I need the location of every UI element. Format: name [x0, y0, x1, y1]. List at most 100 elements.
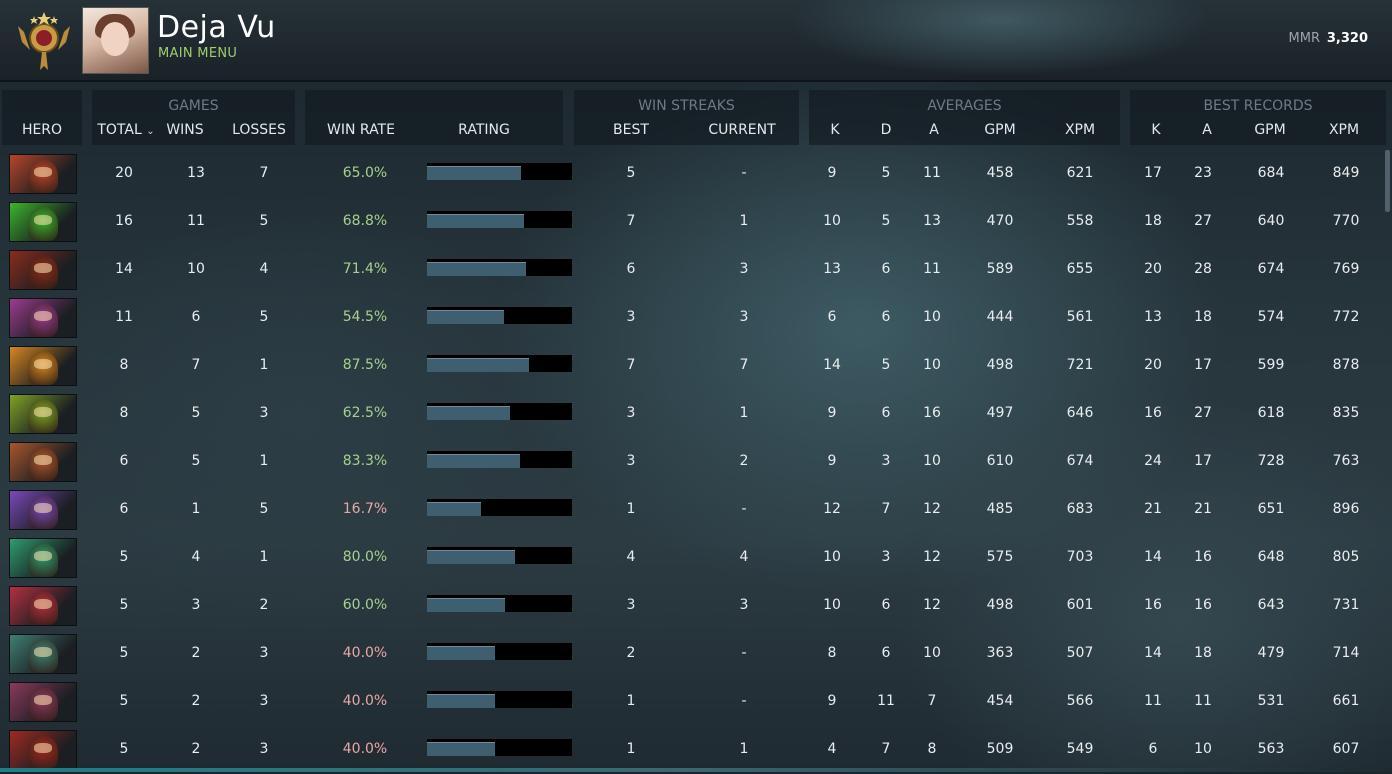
hero-portrait-icon[interactable]: [9, 298, 77, 338]
best-gpm-cell: 599: [1257, 357, 1285, 373]
total-cell: 6: [119, 453, 129, 469]
hero-portrait-icon[interactable]: [9, 730, 77, 770]
hero-portrait-icon[interactable]: [9, 586, 77, 626]
current-streak-cell: 3: [739, 261, 749, 277]
wins-cell: 4: [191, 549, 201, 565]
hero-portrait-icon[interactable]: [9, 634, 77, 674]
win-rate-cell: 40.0%: [342, 741, 388, 757]
hero-portrait-icon[interactable]: [9, 394, 77, 434]
table-row[interactable]: 8 5 3 62.5% 3 1 9 6 16 497 646 16 27 618 835: [0, 390, 1392, 438]
table-row[interactable]: 6 5 1 83.3% 3 2 9 3 10 610 674 24 17 728 763: [0, 438, 1392, 486]
best-gpm-cell: 531: [1257, 693, 1285, 709]
best-a-cell: 27: [1194, 213, 1212, 229]
best-a-cell: 17: [1194, 453, 1212, 469]
avg-a-cell: 11: [923, 261, 941, 277]
hero-portrait-icon[interactable]: [9, 490, 77, 530]
column-header-avg-a[interactable]: A: [919, 122, 949, 138]
rating-bar: [427, 163, 572, 180]
best-gpm-cell: 674: [1257, 261, 1285, 277]
hero-portrait-icon[interactable]: [9, 442, 77, 482]
avg-d-cell: 7: [881, 741, 891, 757]
table-row[interactable]: 16 11 5 68.8% 7 1 10 5 13 470 558 18 27 640 770: [0, 198, 1392, 246]
total-cell: 6: [119, 501, 129, 517]
rating-bar-fill: [427, 358, 529, 372]
hero-portrait-icon[interactable]: [9, 538, 77, 578]
scrollbar-thumb[interactable]: [1385, 150, 1390, 212]
avg-d-cell: 6: [881, 597, 891, 613]
current-streak-cell: -: [741, 501, 747, 517]
avg-gpm-cell: 575: [986, 549, 1014, 565]
best-xpm-cell: 607: [1332, 741, 1360, 757]
best-k-cell: 16: [1144, 597, 1162, 613]
hero-portrait-icon[interactable]: [9, 154, 77, 194]
column-header-rating[interactable]: RATING: [434, 122, 534, 138]
table-row[interactable]: 6 1 5 16.7% 1 - 12 7 12 485 683 21 21 651 896: [0, 486, 1392, 534]
main-menu-link[interactable]: MAIN MENU: [158, 46, 237, 61]
avg-d-cell: 5: [881, 357, 891, 373]
best-xpm-cell: 731: [1332, 597, 1360, 613]
avg-xpm-cell: 646: [1066, 405, 1094, 421]
table-row[interactable]: 20 13 7 65.0% 5 - 9 5 11 458 621 17 23 684 849: [0, 150, 1392, 198]
column-header-best-xpm[interactable]: XPM: [1319, 122, 1369, 138]
rating-bar: [427, 643, 572, 660]
column-header-best-k[interactable]: K: [1141, 122, 1171, 138]
column-header-hero[interactable]: HERO: [2, 122, 82, 138]
column-header-wins[interactable]: WINS: [160, 122, 210, 138]
table-row[interactable]: 14 10 4 71.4% 6 3 13 6 11 589 655 20 28 674 769: [0, 246, 1392, 294]
table-row[interactable]: 5 4 1 80.0% 4 4 10 3 12 575 703 14 16 648 805: [0, 534, 1392, 582]
total-cell: 5: [119, 693, 129, 709]
best-a-cell: 11: [1194, 693, 1212, 709]
column-header-avg-k[interactable]: K: [820, 122, 850, 138]
hero-portrait-icon[interactable]: [9, 202, 77, 242]
current-streak-cell: 3: [739, 309, 749, 325]
losses-cell: 1: [259, 357, 269, 373]
best-streak-cell: 3: [626, 405, 636, 421]
avg-k-cell: 9: [827, 405, 837, 421]
table-row[interactable]: 11 6 5 54.5% 3 3 6 6 10 444 561 13 18 574 772: [0, 294, 1392, 342]
table-row[interactable]: 5 3 2 60.0% 3 3 10 6 12 498 601 16 16 643 731: [0, 582, 1392, 630]
column-header-avg-xpm[interactable]: XPM: [1055, 122, 1105, 138]
column-header-current-streak[interactable]: CURRENT: [700, 122, 784, 138]
hero-portrait-icon[interactable]: [9, 250, 77, 290]
hero-portrait-icon[interactable]: [9, 682, 77, 722]
best-a-cell: 21: [1194, 501, 1212, 517]
losses-cell: 1: [259, 549, 269, 565]
column-header-win-rate[interactable]: WIN RATE: [316, 122, 406, 138]
avg-gpm-cell: 470: [986, 213, 1014, 229]
player-name[interactable]: Deja Vu: [157, 10, 276, 45]
rating-bar: [427, 739, 572, 756]
column-header-best-gpm[interactable]: GPM: [1245, 122, 1295, 138]
table-row[interactable]: 5 2 3 40.0% 1 1 4 7 8 509 549 6 10 563 607: [0, 726, 1392, 774]
avg-a-cell: 12: [923, 597, 941, 613]
best-streak-cell: 2: [626, 645, 636, 661]
best-k-cell: 16: [1144, 405, 1162, 421]
column-header-best-a[interactable]: A: [1192, 122, 1222, 138]
column-header-avg-gpm[interactable]: GPM: [975, 122, 1025, 138]
avg-k-cell: 8: [827, 645, 837, 661]
best-gpm-cell: 479: [1257, 645, 1285, 661]
avg-k-cell: 10: [823, 213, 841, 229]
current-streak-cell: 3: [739, 597, 749, 613]
table-row[interactable]: 5 2 3 40.0% 1 - 9 11 7 454 566 11 11 531 661: [0, 678, 1392, 726]
profile-header: Deja Vu MAIN MENU MMR 3,320: [0, 0, 1392, 82]
current-streak-cell: 1: [739, 741, 749, 757]
player-avatar[interactable]: [82, 7, 149, 74]
table-row[interactable]: 8 7 1 87.5% 7 7 14 5 10 498 721 20 17 599 878: [0, 342, 1392, 390]
losses-cell: 2: [259, 597, 269, 613]
losses-cell: 3: [259, 645, 269, 661]
column-header-total[interactable]: TOTAL ⌄: [92, 122, 160, 138]
best-xpm-cell: 772: [1332, 309, 1360, 325]
column-header-best-streak[interactable]: BEST: [596, 122, 666, 138]
current-streak-cell: 1: [739, 405, 749, 421]
best-xpm-cell: 805: [1332, 549, 1360, 565]
column-header-total-label: TOTAL: [97, 122, 142, 138]
column-header-losses[interactable]: LOSSES: [222, 122, 296, 138]
current-streak-cell: -: [741, 645, 747, 661]
best-streak-cell: 3: [626, 309, 636, 325]
avg-gpm-cell: 498: [986, 357, 1014, 373]
table-row[interactable]: 5 2 3 40.0% 2 - 8 6 10 363 507 14 18 479 714: [0, 630, 1392, 678]
hero-portrait-icon[interactable]: [9, 346, 77, 386]
column-header-avg-d[interactable]: D: [871, 122, 901, 138]
avg-xpm-cell: 549: [1066, 741, 1094, 757]
best-streak-cell: 7: [626, 357, 636, 373]
